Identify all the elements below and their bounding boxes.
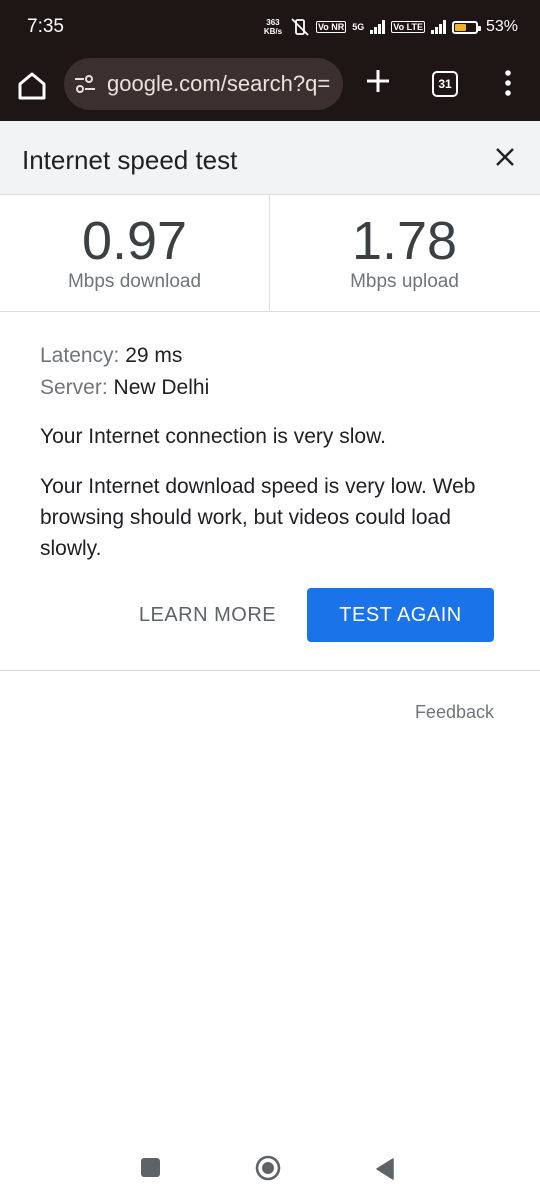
network-type: 5G — [352, 22, 365, 32]
latency-row: Latency: 29 ms — [40, 340, 500, 372]
home-icon[interactable] — [14, 68, 50, 104]
download-result: 0.97 Mbps download — [0, 195, 270, 311]
speed-test-header: Internet speed test — [0, 121, 540, 195]
learn-more-button[interactable]: LEARN MORE — [130, 588, 285, 642]
speed-results: 0.97 Mbps download 1.78 Mbps upload — [0, 195, 540, 312]
browser-toolbar: google.com/search?q= 31 — [0, 55, 540, 121]
server-key: Server: — [40, 376, 108, 399]
latency-key: Latency: — [40, 344, 120, 367]
server-row: Server: New Delhi — [40, 372, 500, 404]
site-settings-icon[interactable] — [74, 74, 96, 94]
url-text[interactable]: google.com/search?q= — [107, 71, 330, 97]
battery-percent: 53% — [485, 18, 518, 35]
status-bar: 7:35 363 KB/s Vo NR 5G Vo LTE 53% — [0, 0, 540, 55]
back-icon[interactable] — [374, 1157, 396, 1181]
server-value: New Delhi — [113, 376, 210, 399]
test-again-button[interactable]: TEST AGAIN — [307, 588, 494, 642]
network-speed: 363 KB/s — [263, 18, 283, 36]
tab-switcher-icon[interactable]: 31 — [432, 71, 458, 97]
sim2-volte-badge: Vo LTE — [391, 21, 425, 33]
more-menu-icon[interactable] — [500, 69, 516, 97]
upload-label: Mbps upload — [350, 271, 459, 292]
upload-value: 1.78 — [351, 211, 458, 271]
vibrate-off-icon — [291, 18, 309, 36]
status-icons: 363 KB/s Vo NR 5G Vo LTE 53% — [262, 15, 518, 39]
upload-result: 1.78 Mbps upload — [270, 195, 539, 311]
signal-icon-2 — [430, 20, 446, 34]
nav-home-icon[interactable] — [255, 1155, 281, 1181]
recents-button[interactable] — [141, 1158, 160, 1177]
test-details: Latency: 29 ms Server: New Delhi — [40, 340, 500, 404]
panel-title: Internet speed test — [22, 145, 238, 175]
battery-icon — [451, 20, 481, 34]
signal-icon-1 — [370, 20, 386, 34]
close-icon[interactable] — [493, 145, 517, 169]
connection-summary: Your Internet connection is very slow. — [40, 425, 386, 448]
divider — [0, 670, 540, 671]
feedback-link[interactable]: Feedback — [415, 702, 494, 723]
connection-detail: Your Internet download speed is very low… — [40, 475, 476, 560]
status-time: 7:35 — [27, 16, 64, 37]
address-bar[interactable]: google.com/search?q= — [64, 58, 343, 110]
download-value: 0.97 — [81, 211, 188, 271]
latency-value: 29 ms — [125, 344, 183, 367]
new-tab-icon[interactable] — [364, 67, 392, 95]
download-label: Mbps download — [67, 271, 202, 292]
sim1-volte-badge: Vo NR — [315, 21, 347, 33]
